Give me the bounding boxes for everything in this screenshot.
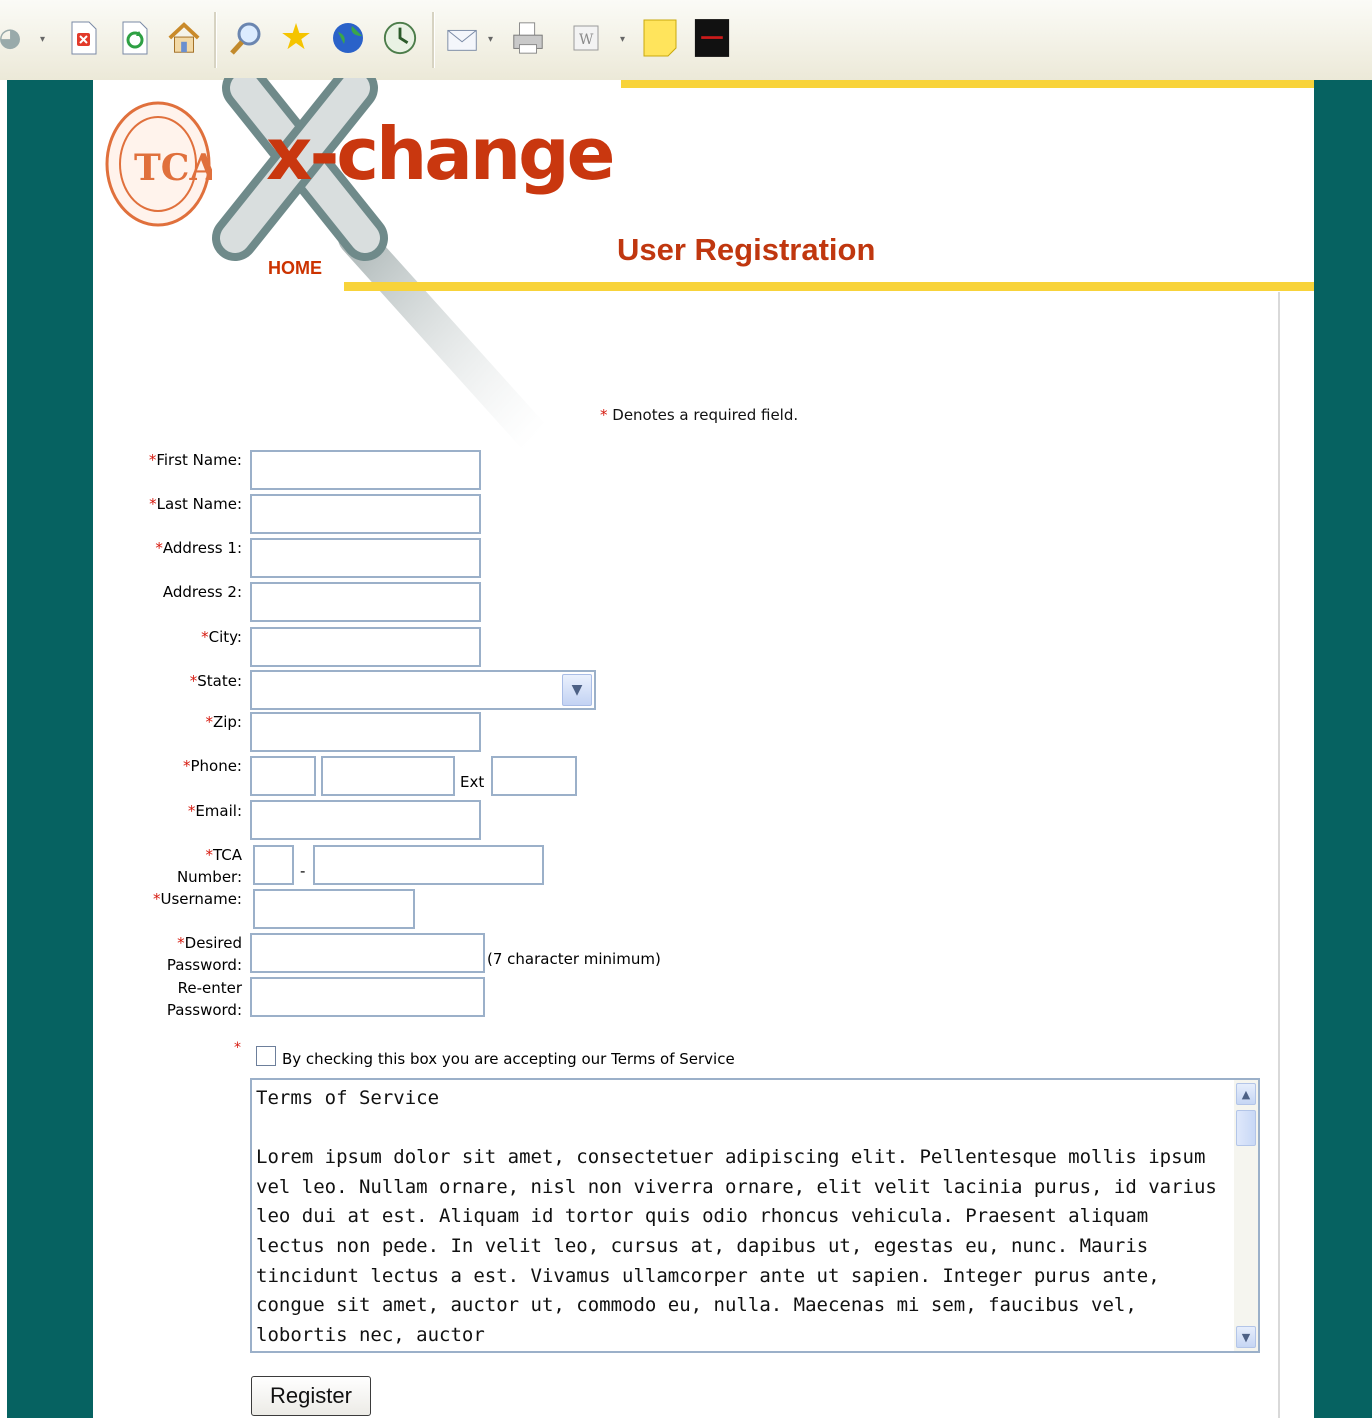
email-input[interactable]	[250, 800, 481, 840]
chevron-down-icon[interactable]: ▼	[562, 674, 592, 706]
scrollbar-thumb[interactable]	[1236, 1110, 1256, 1146]
app-icon[interactable]	[694, 19, 730, 57]
scroll-up-icon[interactable]: ▲	[1236, 1083, 1256, 1105]
header-stripe	[344, 282, 1314, 291]
register-button[interactable]: Register	[251, 1376, 371, 1416]
content-divider	[1278, 292, 1280, 1418]
address2-label: Address 2:	[162, 583, 242, 601]
word-icon[interactable]: W	[568, 20, 604, 56]
email-label: *Email:	[187, 802, 242, 820]
state-label: *State:	[189, 672, 242, 690]
username-label: *Username:	[152, 890, 242, 908]
tos-checkbox-label: By checking this box you are accepting o…	[282, 1050, 735, 1068]
mail-icon[interactable]	[445, 20, 481, 56]
scroll-down-icon[interactable]: ▼	[1236, 1326, 1256, 1348]
tca-number-label: *TCA Number:	[176, 846, 242, 886]
tos-title: Terms of Service	[256, 1087, 440, 1109]
globe-icon[interactable]	[330, 20, 366, 56]
right-teal-band	[1314, 80, 1372, 1418]
tca-number-separator: -	[300, 862, 306, 880]
password-hint: (7 character minimum)	[487, 950, 661, 968]
phone-ext-label: Ext	[460, 773, 485, 791]
history-icon[interactable]	[382, 20, 418, 56]
address1-label: *Address 1:	[155, 539, 242, 557]
terms-of-service-textarea[interactable]: Terms of Service Lorem ipsum dolor sit a…	[250, 1078, 1260, 1353]
tos-body: Lorem ipsum dolor sit amet, consectetuer…	[256, 1146, 1229, 1346]
back-arrow-icon[interactable]: ◕	[0, 20, 28, 56]
state-select[interactable]: ▼	[250, 670, 596, 710]
reenter-password-input[interactable]	[250, 977, 485, 1017]
tos-required-star: *	[234, 1040, 241, 1056]
city-label: *City:	[201, 628, 242, 646]
first-name-input[interactable]	[250, 450, 481, 490]
reenter-password-label: Re-enter Password:	[166, 979, 242, 1019]
favorites-star-icon[interactable]: ★	[278, 20, 314, 56]
zip-input[interactable]	[250, 712, 481, 752]
tos-content: Terms of Service Lorem ipsum dolor sit a…	[256, 1084, 1226, 1350]
home-link[interactable]: HOME	[268, 258, 322, 279]
last-name-input[interactable]	[250, 494, 481, 534]
print-icon[interactable]	[510, 20, 546, 56]
address1-input[interactable]	[250, 538, 481, 578]
city-input[interactable]	[250, 627, 481, 667]
phone-label: *Phone:	[182, 757, 242, 775]
phone-ext-input[interactable]	[491, 756, 577, 796]
tca-number-input[interactable]	[313, 845, 544, 885]
word-dropdown-icon[interactable]: ▾	[620, 34, 625, 45]
username-input[interactable]	[253, 889, 415, 929]
left-teal-band	[7, 80, 93, 1418]
first-name-label: *First Name:	[148, 451, 242, 469]
stop-icon[interactable]	[66, 20, 102, 56]
toolbar-separator	[432, 12, 435, 68]
toolbar-separator	[214, 12, 217, 68]
tca-seal-logo: TCA	[105, 101, 212, 227]
search-icon[interactable]	[228, 20, 264, 56]
last-name-label: *Last Name:	[149, 495, 242, 513]
svg-text:W: W	[579, 32, 594, 48]
desired-password-input[interactable]	[250, 933, 485, 973]
window-edge	[0, 80, 7, 1418]
svg-text:TCA: TCA	[134, 147, 212, 189]
phone-number-input[interactable]	[321, 756, 455, 796]
browser-toolbar: ◕ ▾ ★ ▾ W ▾	[0, 0, 1372, 81]
back-dropdown-icon[interactable]: ▾	[40, 34, 45, 45]
required-field-note: * Denotes a required field.	[600, 406, 798, 424]
header-stripe	[621, 80, 1314, 88]
required-note-text: Denotes a required field.	[607, 406, 799, 424]
tos-checkbox[interactable]	[256, 1046, 276, 1066]
page-title: User Registration	[617, 232, 876, 267]
mail-dropdown-icon[interactable]: ▾	[488, 34, 493, 45]
zip-label: *Zip:	[205, 713, 242, 731]
address2-input[interactable]	[250, 582, 481, 622]
required-star: *	[600, 406, 608, 424]
xchange-logo-text: x-change	[266, 112, 615, 196]
home-icon[interactable]	[166, 20, 202, 56]
tos-scrollbar[interactable]: ▲ ▼	[1234, 1080, 1258, 1351]
phone-area-code-input[interactable]	[250, 756, 316, 796]
tca-number-prefix-input[interactable]	[253, 845, 294, 885]
desired-password-label: *Desired Password:	[166, 934, 242, 974]
sticky-note-icon[interactable]	[642, 19, 678, 57]
refresh-icon[interactable]	[117, 20, 153, 56]
